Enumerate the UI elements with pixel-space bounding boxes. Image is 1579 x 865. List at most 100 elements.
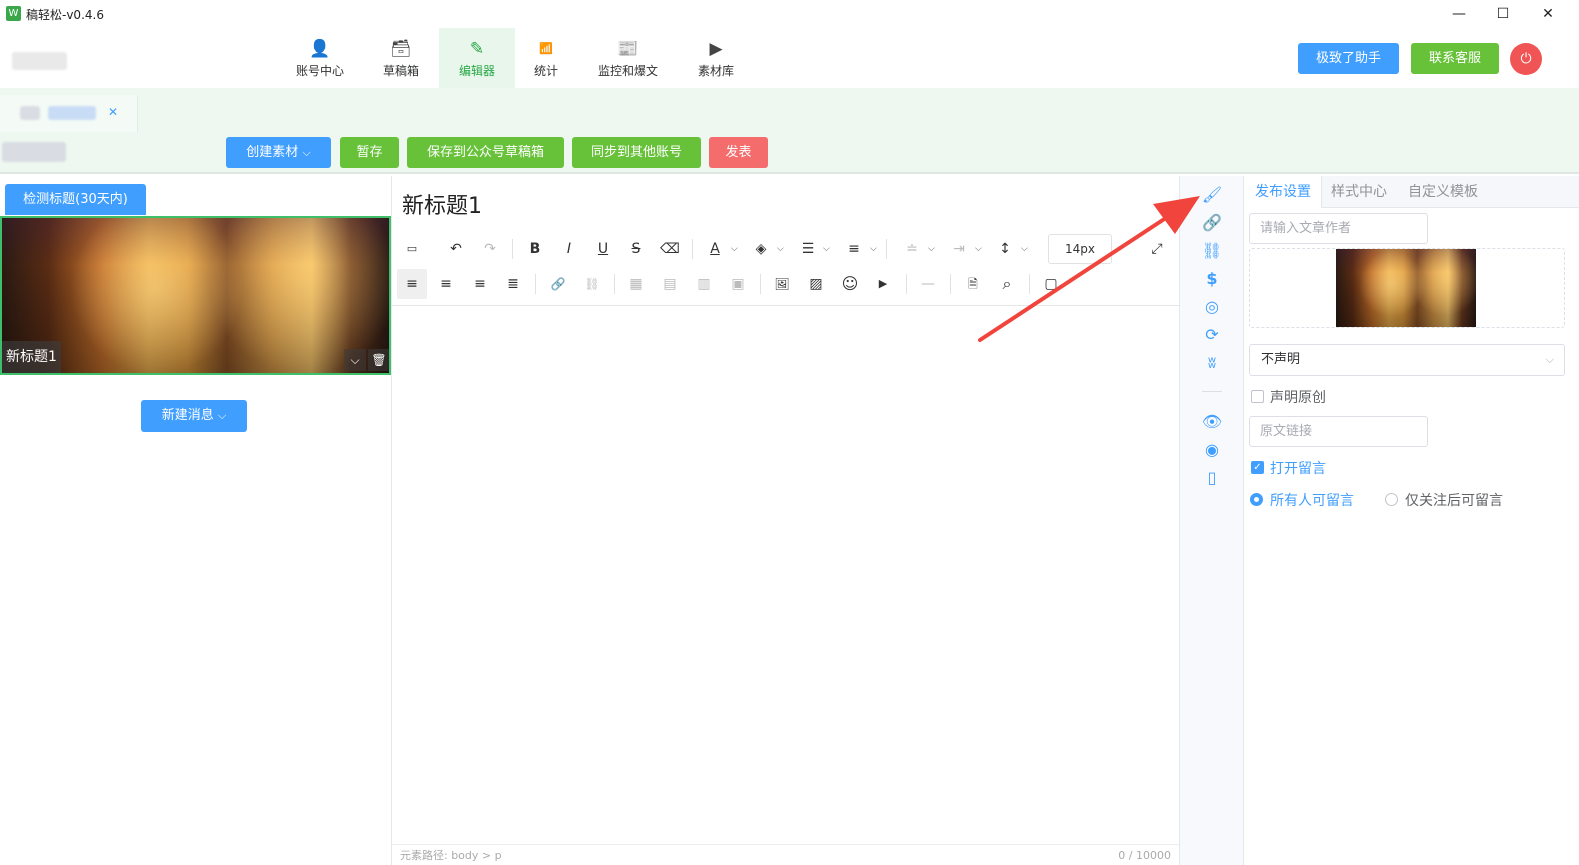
chevron-down-icon: ⌵ xyxy=(1545,353,1554,366)
mobile-icon[interactable]: ▯ xyxy=(1201,467,1223,489)
image-upload-icon[interactable]: 🖼 xyxy=(767,269,797,299)
source-code-icon[interactable]: ▭ xyxy=(397,234,427,264)
settings-tabs: 发布设置 样式中心 自定义模板 xyxy=(1245,176,1579,208)
check-title-button[interactable]: 检测标题(30天内) xyxy=(5,184,146,215)
align-right-icon[interactable]: ≡ xyxy=(465,269,495,299)
open-comments-checkbox[interactable]: ✓ xyxy=(1251,461,1264,474)
chevron-down-icon: ⌵ xyxy=(302,146,311,159)
comment-followers-label: 仅关注后可留言 xyxy=(1405,493,1503,509)
trash-icon[interactable]: 🗑 xyxy=(368,349,389,371)
chevron-down-icon[interactable]: ⌵ xyxy=(823,244,830,254)
eye-icon[interactable]: 👁 xyxy=(1201,411,1223,433)
window-title: 稿轻松-v0.4.6 xyxy=(26,8,104,22)
bold-icon[interactable]: B xyxy=(520,234,550,264)
ordered-list-icon[interactable]: ☰ xyxy=(793,234,823,264)
underline-icon[interactable]: U xyxy=(588,234,618,264)
article-card[interactable]: 新标题1 ⌵ 🗑 xyxy=(0,216,391,375)
nav-material-library[interactable]: ▶ 素材库 xyxy=(688,28,744,88)
nav-statistics[interactable]: 📶 统计 xyxy=(515,28,577,88)
action-bar: 创建素材 ⌵ 暂存 保存到公众号草稿箱 同步到其他账号 发表 xyxy=(0,132,1579,174)
declaration-select[interactable]: 不声明 ⌵ xyxy=(1249,344,1565,376)
new-message-button[interactable]: 新建消息 ⌵ xyxy=(141,400,247,432)
tab-custom-template[interactable]: 自定义模板 xyxy=(1398,176,1488,208)
strikethrough-icon[interactable]: S xyxy=(621,234,651,264)
maximize-button[interactable]: ☐ xyxy=(1493,4,1513,24)
arrow-shaft xyxy=(978,210,1177,342)
nav-drafts[interactable]: 🗃 草稿箱 xyxy=(365,28,437,88)
comment-all-radio[interactable] xyxy=(1250,493,1263,506)
comment-followers-radio[interactable] xyxy=(1385,493,1398,506)
nav-label: 监控和爆文 xyxy=(597,64,658,78)
link-icon[interactable]: 🔗 xyxy=(543,269,573,299)
declare-original-checkbox[interactable] xyxy=(1251,390,1264,403)
annotation-arrow xyxy=(978,196,1200,342)
cover-thumbnail xyxy=(1336,249,1476,327)
tab-style-center[interactable]: 样式中心 xyxy=(1321,176,1397,208)
toolbar-divider xyxy=(906,274,907,294)
nav-label: 统计 xyxy=(533,64,558,78)
table-icon[interactable]: ▦ xyxy=(621,269,651,299)
bullet-list-icon[interactable]: ≡ xyxy=(839,234,869,264)
close-button[interactable]: ✕ xyxy=(1538,4,1558,24)
app-logo: W xyxy=(6,6,21,21)
toolbar-divider xyxy=(512,239,513,259)
video-icon[interactable]: ▶ xyxy=(868,269,898,299)
highlight-color-icon[interactable]: ◈ xyxy=(746,234,776,264)
chevron-down-icon[interactable]: ⌵ xyxy=(777,244,784,254)
cover-upload-area[interactable] xyxy=(1249,248,1565,328)
redo-icon[interactable]: ↷ xyxy=(475,234,505,264)
contact-support-button[interactable]: 联系客服 xyxy=(1411,43,1499,74)
unlink-icon[interactable]: ⛓ xyxy=(577,269,607,299)
butterfly-icon[interactable]: ʬ xyxy=(1201,352,1223,374)
save-to-drafts-button[interactable]: 保存到公众号草稿箱 xyxy=(407,137,564,168)
align-left-icon[interactable]: ≡ xyxy=(397,269,427,299)
document-tab[interactable]: ✕ xyxy=(0,95,138,132)
divider-icon[interactable]: — xyxy=(913,269,943,299)
align-justify-icon[interactable]: ≣ xyxy=(498,269,528,299)
table-row-icon[interactable]: ▤ xyxy=(655,269,685,299)
editor-content-area[interactable] xyxy=(392,307,1179,843)
sync-accounts-button[interactable]: 同步到其他账号 xyxy=(572,137,701,168)
tab-publish-settings[interactable]: 发布设置 xyxy=(1245,176,1322,208)
image-icon[interactable]: ▨ xyxy=(801,269,831,299)
eraser-icon[interactable]: ⌫ xyxy=(655,234,685,264)
minimize-button[interactable]: — xyxy=(1449,4,1469,24)
nav-label: 账号中心 xyxy=(295,64,344,78)
toolbar-divider xyxy=(535,274,536,294)
author-input[interactable]: 请输入文章作者 xyxy=(1249,213,1428,244)
italic-icon[interactable]: I xyxy=(554,234,584,264)
align-center-icon[interactable]: ≡ xyxy=(431,269,461,299)
article-title-input[interactable]: 新标题1 xyxy=(402,188,482,220)
nav-account-center[interactable]: 👤 账号中心 xyxy=(283,28,357,88)
temp-save-button[interactable]: 暂存 xyxy=(340,137,399,168)
publish-button[interactable]: 发表 xyxy=(709,137,768,168)
scan-eye-icon[interactable]: ◉ xyxy=(1201,439,1223,461)
chevron-down-icon[interactable]: ⌵ xyxy=(870,244,877,254)
undo-icon[interactable]: ↶ xyxy=(441,234,471,264)
chevron-down-icon[interactable]: ⌵ xyxy=(928,244,935,254)
nav-label: 素材库 xyxy=(697,64,734,78)
assistant-button[interactable]: 极致了助手 xyxy=(1298,43,1399,74)
user-account-icon: 👤 xyxy=(309,39,331,59)
tab-close-icon[interactable]: ✕ xyxy=(108,105,118,119)
paragraph-spacing-icon[interactable]: ≐ xyxy=(897,234,927,264)
source-link-input[interactable]: 原文链接 xyxy=(1249,416,1428,447)
pencil-icon: ✎ xyxy=(469,39,485,59)
nav-editor[interactable]: ✎ 编辑器 xyxy=(439,28,515,88)
indent-icon[interactable]: ⇥ xyxy=(944,234,974,264)
declaration-value: 不声明 xyxy=(1261,352,1301,367)
nav-monitor-viral[interactable]: 📰 监控和爆文 xyxy=(590,28,666,88)
emoji-icon[interactable]: ☺ xyxy=(835,269,865,299)
power-icon[interactable]: ⏻ xyxy=(1510,43,1542,75)
chevron-down-icon[interactable]: ⌵ xyxy=(731,244,738,254)
table-col-icon[interactable]: ▥ xyxy=(689,269,719,299)
bar-chart-icon: 📶 xyxy=(539,42,553,55)
brand-logo-blurred xyxy=(12,52,67,70)
table-merge-icon[interactable]: ▣ xyxy=(723,269,753,299)
button-label: 新建消息 xyxy=(161,408,214,423)
tab-name-blurred xyxy=(48,106,96,120)
word-count: 0 / 10000 xyxy=(1118,849,1171,862)
chevron-down-icon[interactable]: ⌵ xyxy=(344,349,366,371)
create-material-button[interactable]: 创建素材 ⌵ xyxy=(226,137,331,168)
font-color-icon[interactable]: A xyxy=(700,234,730,264)
